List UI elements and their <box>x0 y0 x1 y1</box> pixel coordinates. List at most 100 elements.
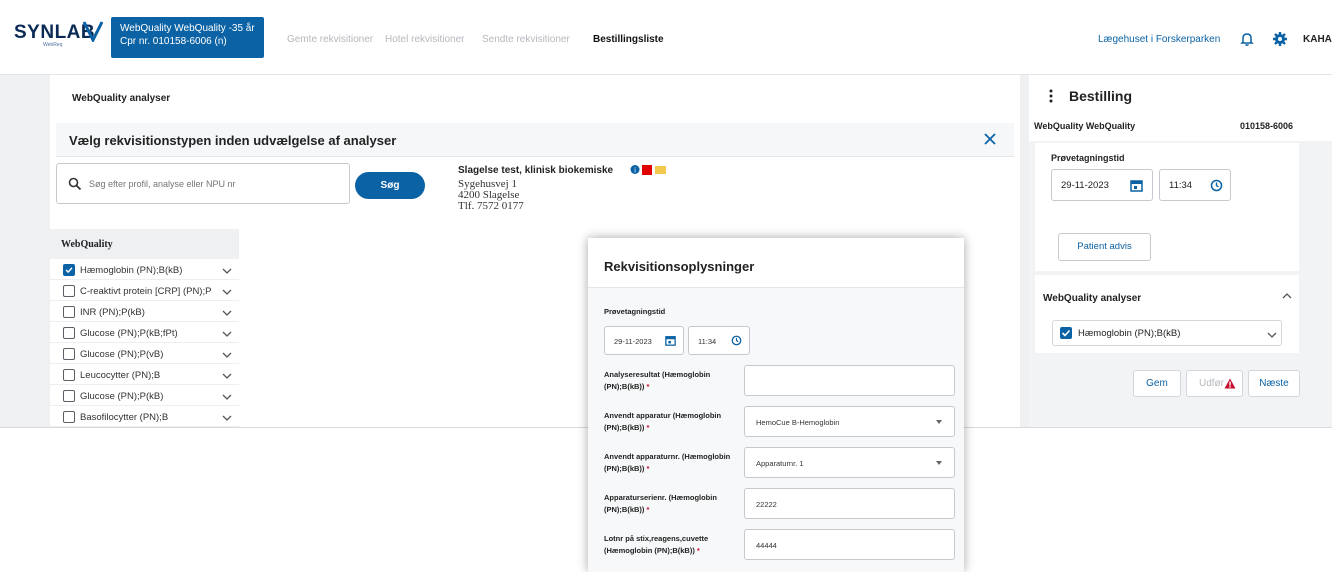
clock-icon[interactable] <box>1210 179 1223 192</box>
required-marker: * <box>644 423 650 432</box>
patient-advis-button[interactable]: Patient advis <box>1058 233 1151 261</box>
dialog-field-label: Lotnr på stix,reagens,cuvette (Hæmoglobin… <box>604 533 754 557</box>
order-cpr: 010158-6006 <box>1240 121 1294 131</box>
sample-time-card: Prøvetagningstid 29-11-2023 11:34 Patien… <box>1035 143 1299 271</box>
analysis-label: C-reaktivt protein [CRP] (PN);P <box>80 286 212 297</box>
dialog-select[interactable]: HemoCue B-Hemoglobin <box>744 406 955 437</box>
checkmark-icon <box>65 267 73 274</box>
dialog-input[interactable]: 22222 <box>744 488 955 519</box>
tab-hotel[interactable]: Hotel rekvisitioner <box>385 34 464 45</box>
order-analyses-title: WebQuality analyser <box>1043 293 1142 304</box>
checkbox[interactable] <box>63 327 75 339</box>
execute-button[interactable]: Udfør <box>1186 370 1243 397</box>
dialog-time-field[interactable]: 11:34 <box>688 326 750 355</box>
analysis-label: Glucose (PN);P(vB) <box>80 349 164 360</box>
analysis-label: Leucocytter (PN);B <box>80 370 161 381</box>
chevron-down-icon[interactable] <box>222 393 232 401</box>
chevron-down-icon[interactable] <box>222 288 232 296</box>
analysis-row[interactable]: Leucocytter (PN);B <box>50 367 239 385</box>
analysis-label: Basofilocytter (PN);B <box>80 412 169 423</box>
order-analysis-label: Hæmoglobin (PN);B(kB) <box>1078 328 1181 339</box>
close-icon[interactable] <box>982 131 998 147</box>
dialog-field-value: 44444 <box>756 541 777 550</box>
checkbox[interactable] <box>63 306 75 318</box>
top-bar: SYNLAB WebReq WebQuality WebQuality -35 … <box>0 0 1332 75</box>
dialog-field-label-line1: Anvendt apparatur (Hæmoglobin <box>604 411 722 420</box>
dialog-field-label-line1: Analyseresultat (Hæmoglobin <box>604 370 711 379</box>
dialog-select[interactable]: Apparaturnr. 1 <box>744 447 955 478</box>
sample-date-value: 29-11-2023 <box>1061 180 1109 191</box>
checkbox[interactable] <box>63 285 75 297</box>
calendar-icon[interactable] <box>1130 179 1143 192</box>
tab-saved[interactable]: Gemte rekvisitioner <box>287 34 373 45</box>
patient-badge[interactable]: WebQuality WebQuality -35 år Cpr nr. 010… <box>111 17 264 58</box>
chevron-up-icon[interactable] <box>1282 292 1292 300</box>
dialog-field-label-line1: Lotnr på stix,reagens,cuvette <box>604 534 709 543</box>
clock-icon[interactable] <box>731 335 742 346</box>
dialog-field-value: HemoCue B-Hemoglobin <box>756 418 840 427</box>
checkbox[interactable] <box>63 348 75 360</box>
analysis-row[interactable]: Glucose (PN);P(vB) <box>50 346 239 364</box>
dialog-date-field[interactable]: 29-11-2023 <box>604 326 684 355</box>
clinic-name[interactable]: Lægehuset i Forskerparken <box>1098 34 1220 45</box>
mail-icon <box>655 166 666 174</box>
search-input[interactable] <box>89 175 339 193</box>
checkbox-checked[interactable] <box>63 264 75 276</box>
chevron-down-icon[interactable] <box>222 372 232 380</box>
analysis-list: WebQuality Hæmoglobin (PN);B(kB) C-reakti… <box>50 229 239 427</box>
lab-status-icons[interactable]: i <box>630 164 670 175</box>
analysis-row[interactable]: INR (PN);P(kB) <box>50 304 239 322</box>
bell-icon[interactable] <box>1239 31 1255 47</box>
tab-sent[interactable]: Sendte rekvisitioner <box>482 34 570 45</box>
sample-time-field[interactable]: 11:34 <box>1159 169 1231 201</box>
banner-text: Vælg rekvisitionstypen inden udvælgelse … <box>69 133 397 148</box>
dialog-date-value: 29-11-2023 <box>614 337 652 346</box>
dialog-field-label: Anvendt apparatur (Hæmoglobin (PN);B(kB))… <box>604 410 754 434</box>
sample-date-field[interactable]: 29-11-2023 <box>1051 169 1153 201</box>
analysis-row[interactable]: Hæmoglobin (PN);B(kB) <box>50 262 239 280</box>
dialog-input[interactable]: 44444 <box>744 529 955 560</box>
chevron-down-icon[interactable] <box>1267 331 1277 339</box>
next-button[interactable]: Næste <box>1248 370 1300 397</box>
search-button[interactable]: Søg <box>355 172 425 199</box>
dialog-field-label-line1: Apparaturserienr. (Hæmoglobin <box>604 493 717 502</box>
lab-name: Slagelse test, klinisk biokemiske <box>458 165 614 176</box>
analysis-label: INR (PN);P(kB) <box>80 307 145 318</box>
checkbox[interactable] <box>63 369 75 381</box>
chevron-down-icon[interactable] <box>222 351 232 359</box>
dropdown-caret-icon[interactable] <box>936 420 942 424</box>
order-patient: WebQuality WebQuality <box>1034 121 1136 131</box>
search-field[interactable] <box>56 163 350 204</box>
analysis-label: Hæmoglobin (PN);B(kB) <box>80 265 183 276</box>
chevron-down-icon[interactable] <box>222 267 232 275</box>
checkbox[interactable] <box>63 390 75 402</box>
checkbox[interactable] <box>63 411 75 423</box>
chevron-down-icon[interactable] <box>222 309 232 317</box>
dialog-field-label: Analyseresultat (Hæmoglobin (PN);B(kB)) * <box>604 369 754 393</box>
save-button[interactable]: Gem <box>1133 370 1181 397</box>
checkbox-checked-icon[interactable] <box>1060 327 1072 339</box>
order-analysis-item[interactable]: Hæmoglobin (PN);B(kB) <box>1052 320 1282 346</box>
dialog-field-value: Apparaturnr. 1 <box>756 459 804 468</box>
kebab-menu-icon[interactable] <box>1048 89 1054 103</box>
analysis-row[interactable]: C-reaktivt protein [CRP] (PN);P <box>50 283 239 301</box>
required-marker: * <box>644 464 650 473</box>
calendar-icon[interactable] <box>665 335 676 346</box>
gear-icon[interactable] <box>1272 31 1288 47</box>
analysis-row[interactable]: Basofilocytter (PN);B <box>50 409 239 427</box>
dialog-body: Prøvetagningstid 29-11-2023 11:34 Analys… <box>588 287 964 572</box>
execute-label: Udfør <box>1199 378 1224 389</box>
dialog-input[interactable] <box>744 365 955 396</box>
analysis-row[interactable]: Glucose (PN);P(kB;fPt) <box>50 325 239 343</box>
user-initials[interactable]: KAHA <box>1303 34 1332 45</box>
chevron-down-icon[interactable] <box>222 330 232 338</box>
dropdown-caret-icon[interactable] <box>936 461 942 465</box>
analysis-row[interactable]: Glucose (PN);P(kB) <box>50 388 239 406</box>
red-flag-icon <box>642 165 652 175</box>
chevron-down-icon[interactable] <box>222 414 232 422</box>
tab-order-list[interactable]: Bestillingsliste <box>593 34 664 45</box>
sample-time-value: 11:34 <box>1169 180 1193 191</box>
dialog-field-label-line2: (PN);B(kB)) <box>604 464 645 473</box>
order-analyses-card: WebQuality analyser Hæmoglobin (PN);B(kB… <box>1035 275 1299 353</box>
analysis-label: Glucose (PN);P(kB;fPt) <box>80 328 178 339</box>
